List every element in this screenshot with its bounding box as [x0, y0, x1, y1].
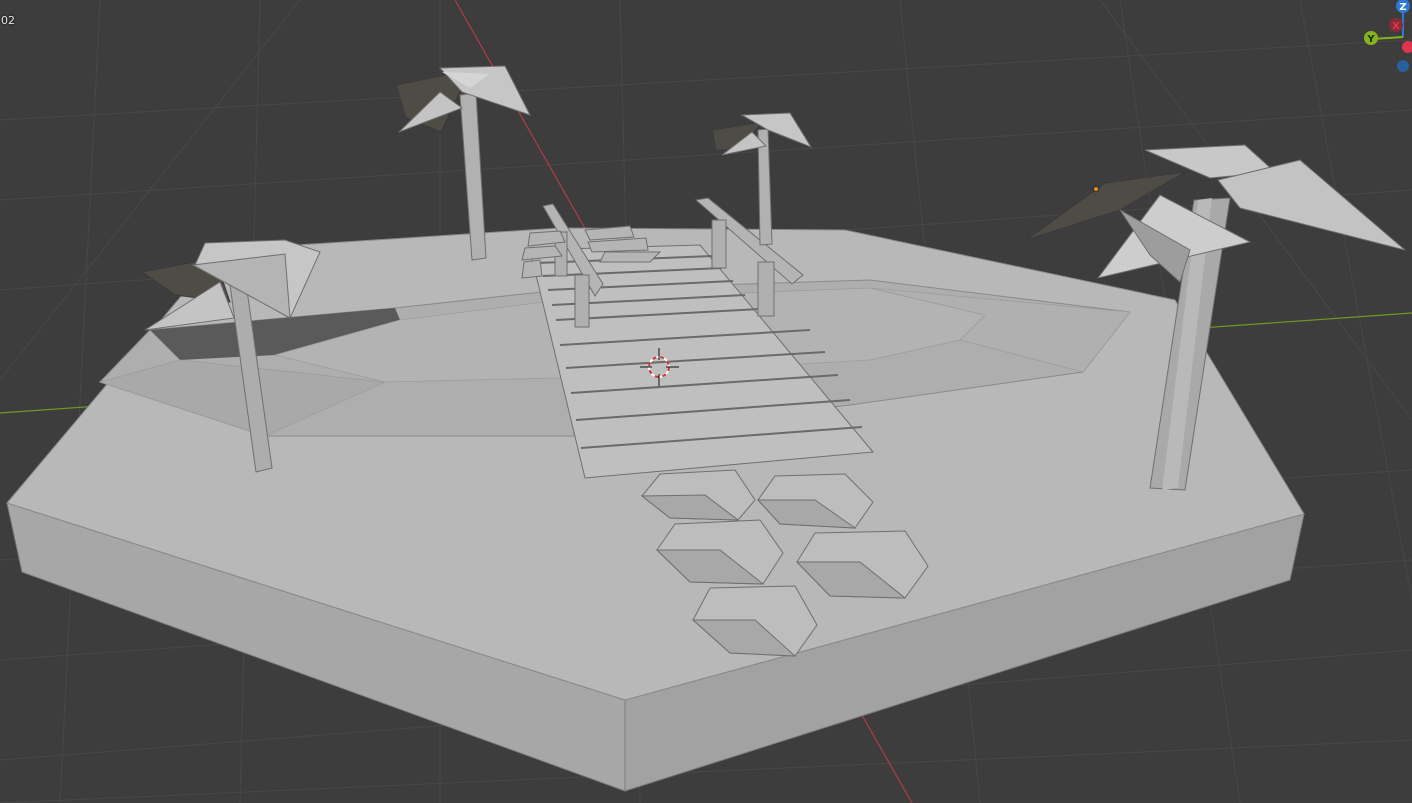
navigation-gizmo[interactable]: Z X Y — [1364, 0, 1412, 72]
origin-point — [1093, 186, 1099, 192]
gizmo-neg-z-axis[interactable] — [1397, 60, 1409, 72]
3d-viewport[interactable]: Z X Y 02 — [0, 0, 1412, 803]
gizmo-x-label: X — [1392, 21, 1400, 32]
gizmo-neg-x-axis[interactable] — [1402, 41, 1412, 53]
gizmo-x-axis[interactable]: X — [1389, 18, 1403, 32]
viewport-canvas[interactable]: Z X Y — [0, 0, 1412, 803]
gizmo-z-label: Z — [1399, 2, 1406, 13]
gizmo-z-axis[interactable]: Z — [1396, 0, 1410, 13]
gizmo-y-label: Y — [1366, 34, 1375, 45]
frame-label: 02 — [1, 14, 15, 27]
gizmo-y-axis[interactable]: Y — [1364, 31, 1378, 45]
